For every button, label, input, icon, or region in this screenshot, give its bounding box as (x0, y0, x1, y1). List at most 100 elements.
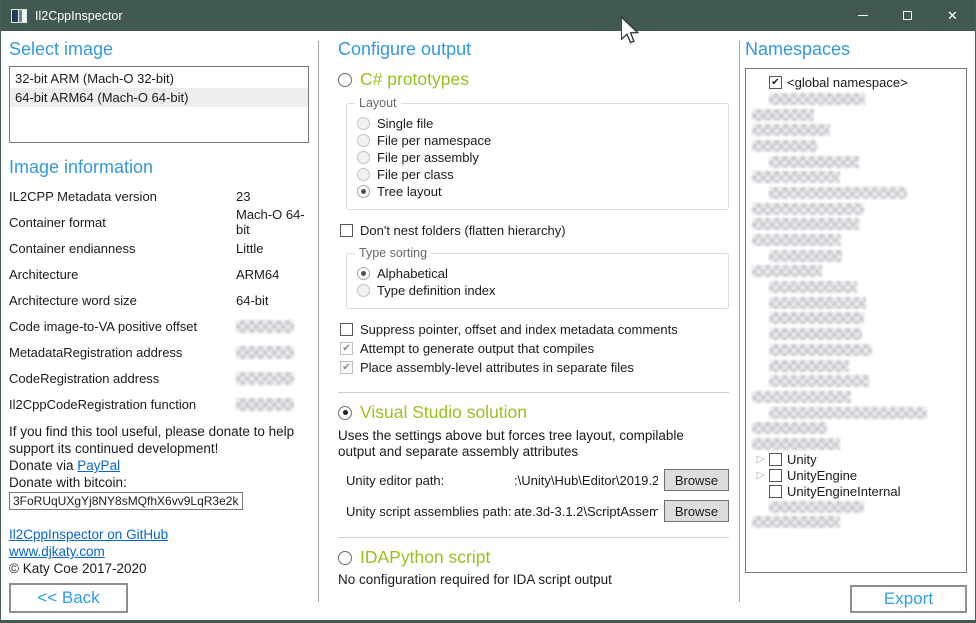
layout-option[interactable]: Single file (357, 115, 728, 132)
info-row: CodeRegistration address (9, 371, 309, 385)
output-checkbox-label: Suppress pointer, offset and index metad… (360, 322, 678, 337)
namespace-row-redacted[interactable] (752, 358, 966, 374)
namespace-row-redacted[interactable] (752, 311, 966, 327)
namespace-row-redacted[interactable] (752, 154, 966, 170)
left-divider (318, 41, 319, 602)
visual-studio-radio[interactable]: Visual Studio solution (338, 402, 729, 423)
redacted-namespace (752, 516, 840, 528)
namespace-row-redacted[interactable] (752, 217, 966, 233)
radio-icon (357, 168, 370, 181)
external-link[interactable]: Il2CppInspector on GitHub (9, 527, 168, 542)
redacted-namespace (752, 124, 830, 136)
donate-bitcoin-label: Donate with bitcoin: (9, 474, 309, 491)
namespace-row-redacted[interactable] (752, 515, 966, 531)
output-checkbox-row[interactable]: Suppress pointer, offset and index metad… (340, 320, 729, 339)
output-checkbox-row[interactable]: Place assembly-level attributes in separ… (340, 358, 729, 377)
namespace-label: Unity (787, 452, 817, 467)
namespace-row-redacted[interactable] (752, 169, 966, 185)
namespace-row-redacted[interactable] (752, 264, 966, 280)
image-list-item[interactable]: 64-bit ARM64 (Mach-O 64-bit) (10, 88, 308, 107)
layout-option[interactable]: File per namespace (357, 132, 728, 149)
info-label: Container format (9, 215, 236, 230)
layout-option-label: Single file (377, 116, 433, 131)
browse-button[interactable]: Browse (664, 469, 729, 491)
namespace-row-redacted[interactable] (752, 185, 966, 201)
app-window: Il2CppInspector ✕ Select image 32-bit AR… (0, 0, 976, 623)
image-list-item[interactable]: 32-bit ARM (Mach-O 32-bit) (10, 69, 308, 88)
type-sorting-option[interactable]: Alphabetical (357, 265, 728, 282)
redacted-value (236, 346, 294, 359)
namespace-row-redacted[interactable] (752, 201, 966, 217)
info-value: Mach-O 64-bit (236, 207, 309, 237)
info-label: Il2CppCodeRegistration function (9, 397, 236, 412)
path-field-value: :\Unity\Hub\Editor\2019.2.8f1 (514, 473, 658, 488)
namespace-row[interactable]: ▷ UnityEngine (752, 468, 966, 484)
namespace-row-redacted[interactable] (752, 91, 966, 107)
donate-paypal-line: Donate via PayPal (9, 457, 309, 474)
namespace-row-redacted[interactable] (752, 122, 966, 138)
radio-icon (357, 267, 370, 280)
path-field-label: Unity editor path: (346, 473, 514, 488)
namespace-row-redacted[interactable] (752, 138, 966, 154)
layout-option[interactable]: File per assembly (357, 149, 728, 166)
idapython-label: IDAPython script (360, 547, 490, 568)
namespace-row-redacted[interactable] (752, 326, 966, 342)
titlebar: Il2CppInspector ✕ (1, 0, 975, 31)
namespace-row[interactable]: ▷ Unity (752, 452, 966, 468)
flatten-checkbox-row[interactable]: Don't nest folders (flatten hierarchy) (340, 221, 729, 240)
layout-option-label: Tree layout (377, 184, 442, 199)
browse-button[interactable]: Browse (664, 500, 729, 522)
checkbox-icon (340, 361, 353, 374)
layout-group-label: Layout (355, 96, 401, 110)
namespace-row-redacted[interactable] (752, 405, 966, 421)
radio-icon (357, 134, 370, 147)
namespace-row-redacted[interactable] (752, 295, 966, 311)
info-label: CodeRegistration address (9, 371, 236, 386)
idapython-radio[interactable]: IDAPython script (338, 547, 729, 568)
idapython-description: No configuration required for IDA script… (338, 572, 729, 587)
info-label: Code image-to-VA positive offset (9, 319, 236, 334)
redacted-value (236, 398, 294, 411)
info-value: ARM64 (236, 267, 279, 282)
namespace-row-redacted[interactable] (752, 342, 966, 358)
namespace-label: UnityEngine (787, 468, 857, 483)
checkbox-icon (340, 323, 353, 336)
bitcoin-address-input[interactable] (9, 492, 243, 510)
namespace-row-global[interactable]: <global namespace> (752, 73, 966, 91)
type-sorting-option[interactable]: Type definition index (357, 282, 728, 299)
external-link[interactable]: www.djkaty.com (9, 544, 105, 559)
layout-option[interactable]: File per class (357, 166, 728, 183)
path-field-row: Unity script assemblies path: ate.3d-3.1… (346, 500, 729, 522)
namespace-row-redacted[interactable] (752, 107, 966, 123)
visual-studio-label: Visual Studio solution (360, 402, 527, 423)
window-title: Il2CppInspector (35, 9, 840, 23)
close-button[interactable]: ✕ (930, 0, 975, 31)
expander-icon[interactable]: ▷ (752, 470, 769, 481)
namespace-row-redacted[interactable] (752, 373, 966, 389)
csharp-prototypes-radio[interactable]: C# prototypes (338, 69, 729, 90)
redacted-namespace (769, 156, 859, 168)
export-button[interactable]: Export (850, 585, 967, 613)
radio-icon (357, 284, 370, 297)
namespace-row[interactable]: ▷ UnityEngineInternal (752, 483, 966, 499)
output-checkbox-label: Place assembly-level attributes in separ… (360, 360, 634, 375)
redacted-namespace (769, 501, 864, 513)
expander-icon[interactable]: ▷ (752, 454, 769, 465)
paypal-link[interactable]: PayPal (77, 458, 120, 473)
namespace-row-redacted[interactable] (752, 436, 966, 452)
namespace-row-redacted[interactable] (752, 389, 966, 405)
namespace-row-redacted[interactable] (752, 499, 966, 515)
namespace-row-redacted[interactable] (752, 279, 966, 295)
namespace-row-redacted[interactable] (752, 248, 966, 264)
maximize-button[interactable] (885, 0, 930, 31)
output-checkbox-row[interactable]: Attempt to generate output that compiles (340, 339, 729, 358)
type-sorting-groupbox: Type sorting Alphabetical Type definitio… (346, 253, 729, 309)
back-button[interactable]: << Back (9, 583, 128, 613)
path-field-label: Unity script assemblies path: (346, 504, 514, 519)
namespace-row-redacted[interactable] (752, 420, 966, 436)
path-field-value: ate.3d-3.1.2\ScriptAssemblies (514, 504, 658, 519)
layout-option[interactable]: Tree layout (357, 183, 728, 200)
namespace-row-redacted[interactable] (752, 232, 966, 248)
output-checkbox-label: Attempt to generate output that compiles (360, 341, 594, 356)
minimize-button[interactable] (840, 0, 885, 31)
